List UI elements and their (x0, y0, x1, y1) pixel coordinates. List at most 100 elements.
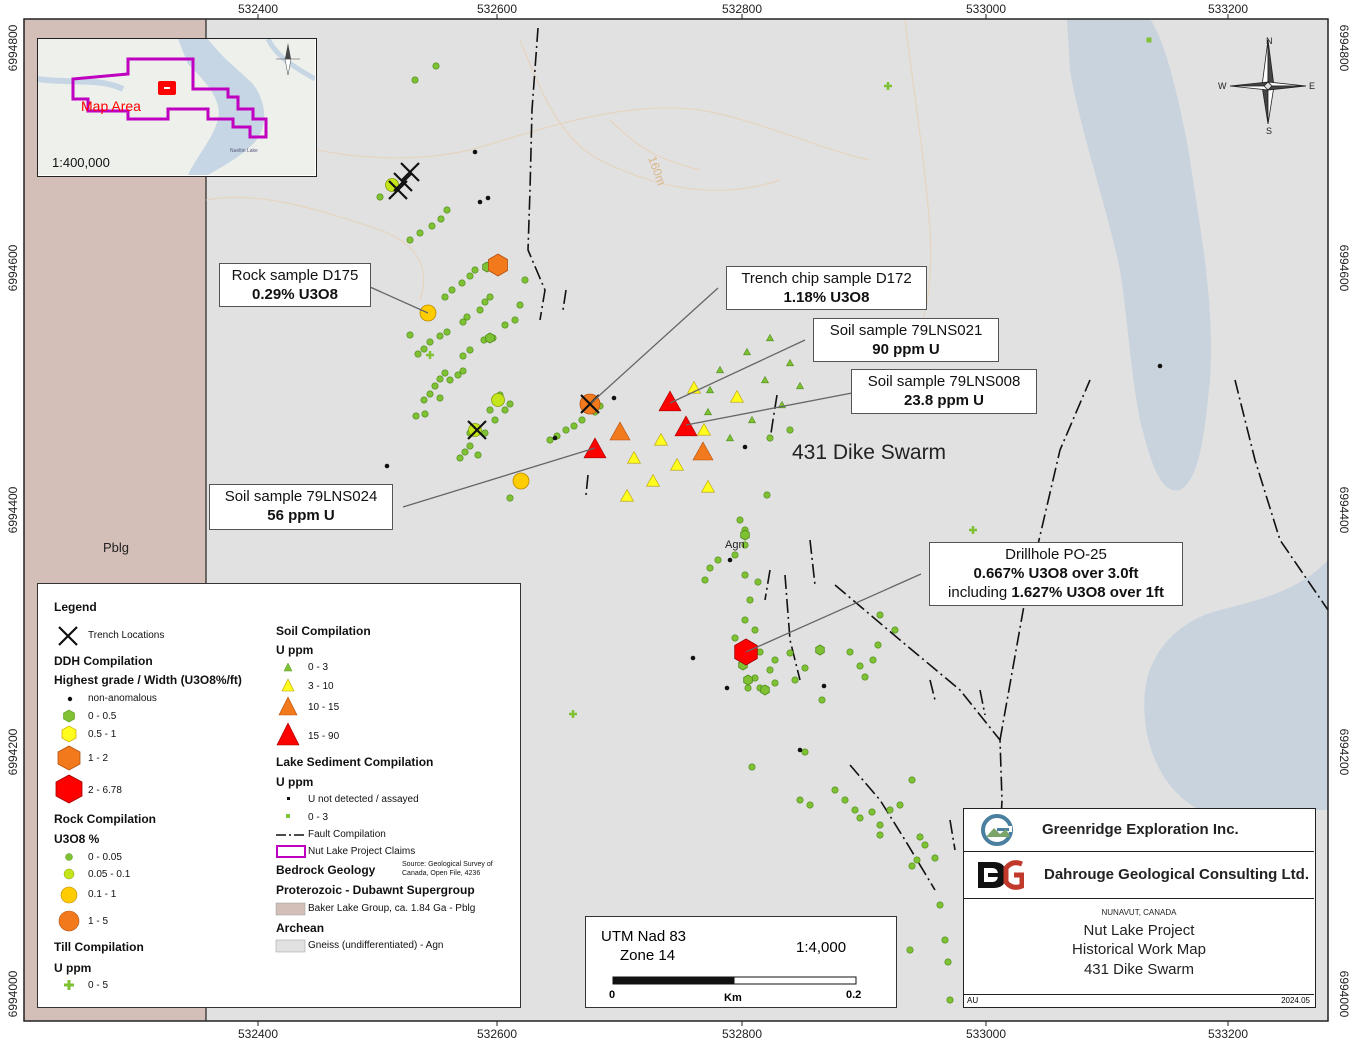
rock-sample-dot[interactable] (841, 796, 849, 804)
rock-sample-dot[interactable] (426, 390, 434, 398)
rock-sample-dot[interactable] (446, 376, 454, 384)
rock-sample-dot[interactable] (896, 801, 904, 809)
rock-sample-dot[interactable] (506, 400, 514, 408)
rock-sample-dot[interactable] (486, 406, 494, 414)
rock-sample-dot[interactable] (714, 556, 722, 564)
rock-sample-dot[interactable] (831, 786, 839, 794)
rock-sample-dot[interactable] (414, 350, 422, 358)
ddh-non-anomalous-dot[interactable] (472, 149, 478, 155)
rock-sample-dot[interactable] (791, 676, 799, 684)
rock-sample-dot[interactable] (443, 206, 451, 214)
rock-sample-dot[interactable] (421, 410, 429, 418)
rock-sample-dot[interactable] (486, 293, 494, 301)
rock-sample-dot[interactable] (426, 338, 434, 346)
rock-sample-dot[interactable] (701, 576, 709, 584)
rock-sample-dot[interactable] (786, 426, 794, 434)
rock-sample-dot[interactable] (521, 276, 529, 284)
rock-sample-dot[interactable] (744, 684, 752, 692)
rock-sample-dot[interactable] (511, 316, 519, 324)
rock-sample-dot[interactable] (432, 62, 440, 70)
rock-sample-dot[interactable] (741, 616, 749, 624)
ddh-non-anomalous-dot[interactable] (477, 199, 483, 205)
rock-sample-dot-mid[interactable] (468, 423, 482, 437)
rock-sample-dot[interactable] (751, 626, 759, 634)
ddh-non-anomalous-dot[interactable] (821, 683, 827, 689)
rock-sample-dot[interactable] (431, 382, 439, 390)
rock-sample-dot[interactable] (411, 76, 419, 84)
rock-sample-dot[interactable] (869, 656, 877, 664)
rock-sample-dot[interactable] (886, 806, 894, 814)
rock-sample-dot[interactable] (891, 626, 899, 634)
rock-sample-dot[interactable] (443, 328, 451, 336)
rock-sample-dot[interactable] (466, 346, 474, 354)
rock-sample-dot[interactable] (474, 451, 482, 459)
rock-sample-dot[interactable] (436, 394, 444, 402)
rock-sample-dot[interactable] (562, 426, 570, 434)
rock-sample-dot[interactable] (406, 236, 414, 244)
ddh-non-anomalous-dot[interactable] (552, 435, 558, 441)
rock-sample-dot[interactable] (801, 748, 809, 756)
rock-sample-dot[interactable] (466, 272, 474, 280)
ddh-hex-green[interactable] (485, 332, 495, 344)
rock-sample-dot[interactable] (416, 229, 424, 237)
rock-sample-dot[interactable] (456, 454, 464, 462)
rock-sample-dot[interactable] (420, 345, 428, 353)
rock-sample-dot[interactable] (941, 936, 949, 944)
rock-sample-dot[interactable] (459, 352, 467, 360)
rock-sample-dot[interactable] (466, 442, 474, 450)
rock-sample-dot[interactable] (578, 416, 586, 424)
rock-sample-dot[interactable] (501, 406, 509, 414)
rock-sample-dot[interactable] (436, 375, 444, 383)
rock-sample-dot[interactable] (459, 367, 467, 375)
ddh-non-anomalous-dot[interactable] (724, 685, 730, 691)
rock-sample-dot[interactable] (913, 856, 921, 864)
rock-sample-dot[interactable] (506, 494, 514, 502)
rock-sample-dot[interactable] (861, 673, 869, 681)
rock-sample-dot[interactable] (570, 422, 578, 430)
rock-sample-dot[interactable] (916, 833, 924, 841)
rock-sample-dot[interactable] (771, 656, 779, 664)
rock-sample-dot[interactable] (441, 369, 449, 377)
ddh-non-anomalous-dot[interactable] (1157, 363, 1163, 369)
rock-sample-dot[interactable] (763, 491, 771, 499)
rock-sample-dot[interactable] (921, 841, 929, 849)
rock-sample-dot[interactable] (546, 436, 554, 444)
ddh-hex-green[interactable] (760, 684, 770, 696)
rock-sample-dot[interactable] (731, 551, 739, 559)
rock-sample-dot[interactable] (868, 808, 876, 816)
rock-sample-dot[interactable] (748, 763, 756, 771)
ddh-non-anomalous-dot[interactable] (742, 444, 748, 450)
rock-sample-dot[interactable] (448, 286, 456, 294)
rock-sample-dot[interactable] (936, 901, 944, 909)
rock-sample-dot[interactable] (908, 776, 916, 784)
rock-sample-dot[interactable] (461, 448, 469, 456)
rock-sample-dot[interactable] (420, 396, 428, 404)
rock-sample-dot[interactable] (746, 596, 754, 604)
rock-sample-dot[interactable] (806, 801, 814, 809)
rock-sample-dot[interactable] (908, 862, 916, 870)
lake-sediment-square[interactable] (1146, 37, 1152, 43)
rock-sample-dot-mid[interactable] (491, 393, 505, 407)
rock-sample-dot[interactable] (436, 332, 444, 340)
rock-sample-dot[interactable] (851, 806, 859, 814)
rock-sample-dot[interactable] (376, 193, 384, 201)
rock-sample-dot[interactable] (876, 831, 884, 839)
rock-sample-dot[interactable] (412, 412, 420, 420)
rock-sample-dot[interactable] (476, 306, 484, 314)
rock-sample-dot[interactable] (766, 434, 774, 442)
rock-sample-dot[interactable] (846, 648, 854, 656)
ddh-hex-green[interactable] (743, 674, 753, 686)
rock-sample-dot[interactable] (736, 516, 744, 524)
rock-sample-dot[interactable] (944, 958, 952, 966)
rock-sample-dot[interactable] (906, 946, 914, 954)
rock-sample-dot[interactable] (741, 571, 749, 579)
rock-sample-dot[interactable] (751, 674, 759, 682)
rock-sample-dot[interactable] (876, 611, 884, 619)
rock-sample-dot[interactable] (406, 331, 414, 339)
rock-sample-dot[interactable] (516, 301, 524, 309)
ddh-non-anomalous-dot[interactable] (727, 557, 733, 563)
rock-sample-dot[interactable] (931, 854, 939, 862)
rock-sample-dot[interactable] (818, 696, 826, 704)
ddh-non-anomalous-dot[interactable] (485, 195, 491, 201)
rock-sample-dot[interactable] (786, 649, 794, 657)
